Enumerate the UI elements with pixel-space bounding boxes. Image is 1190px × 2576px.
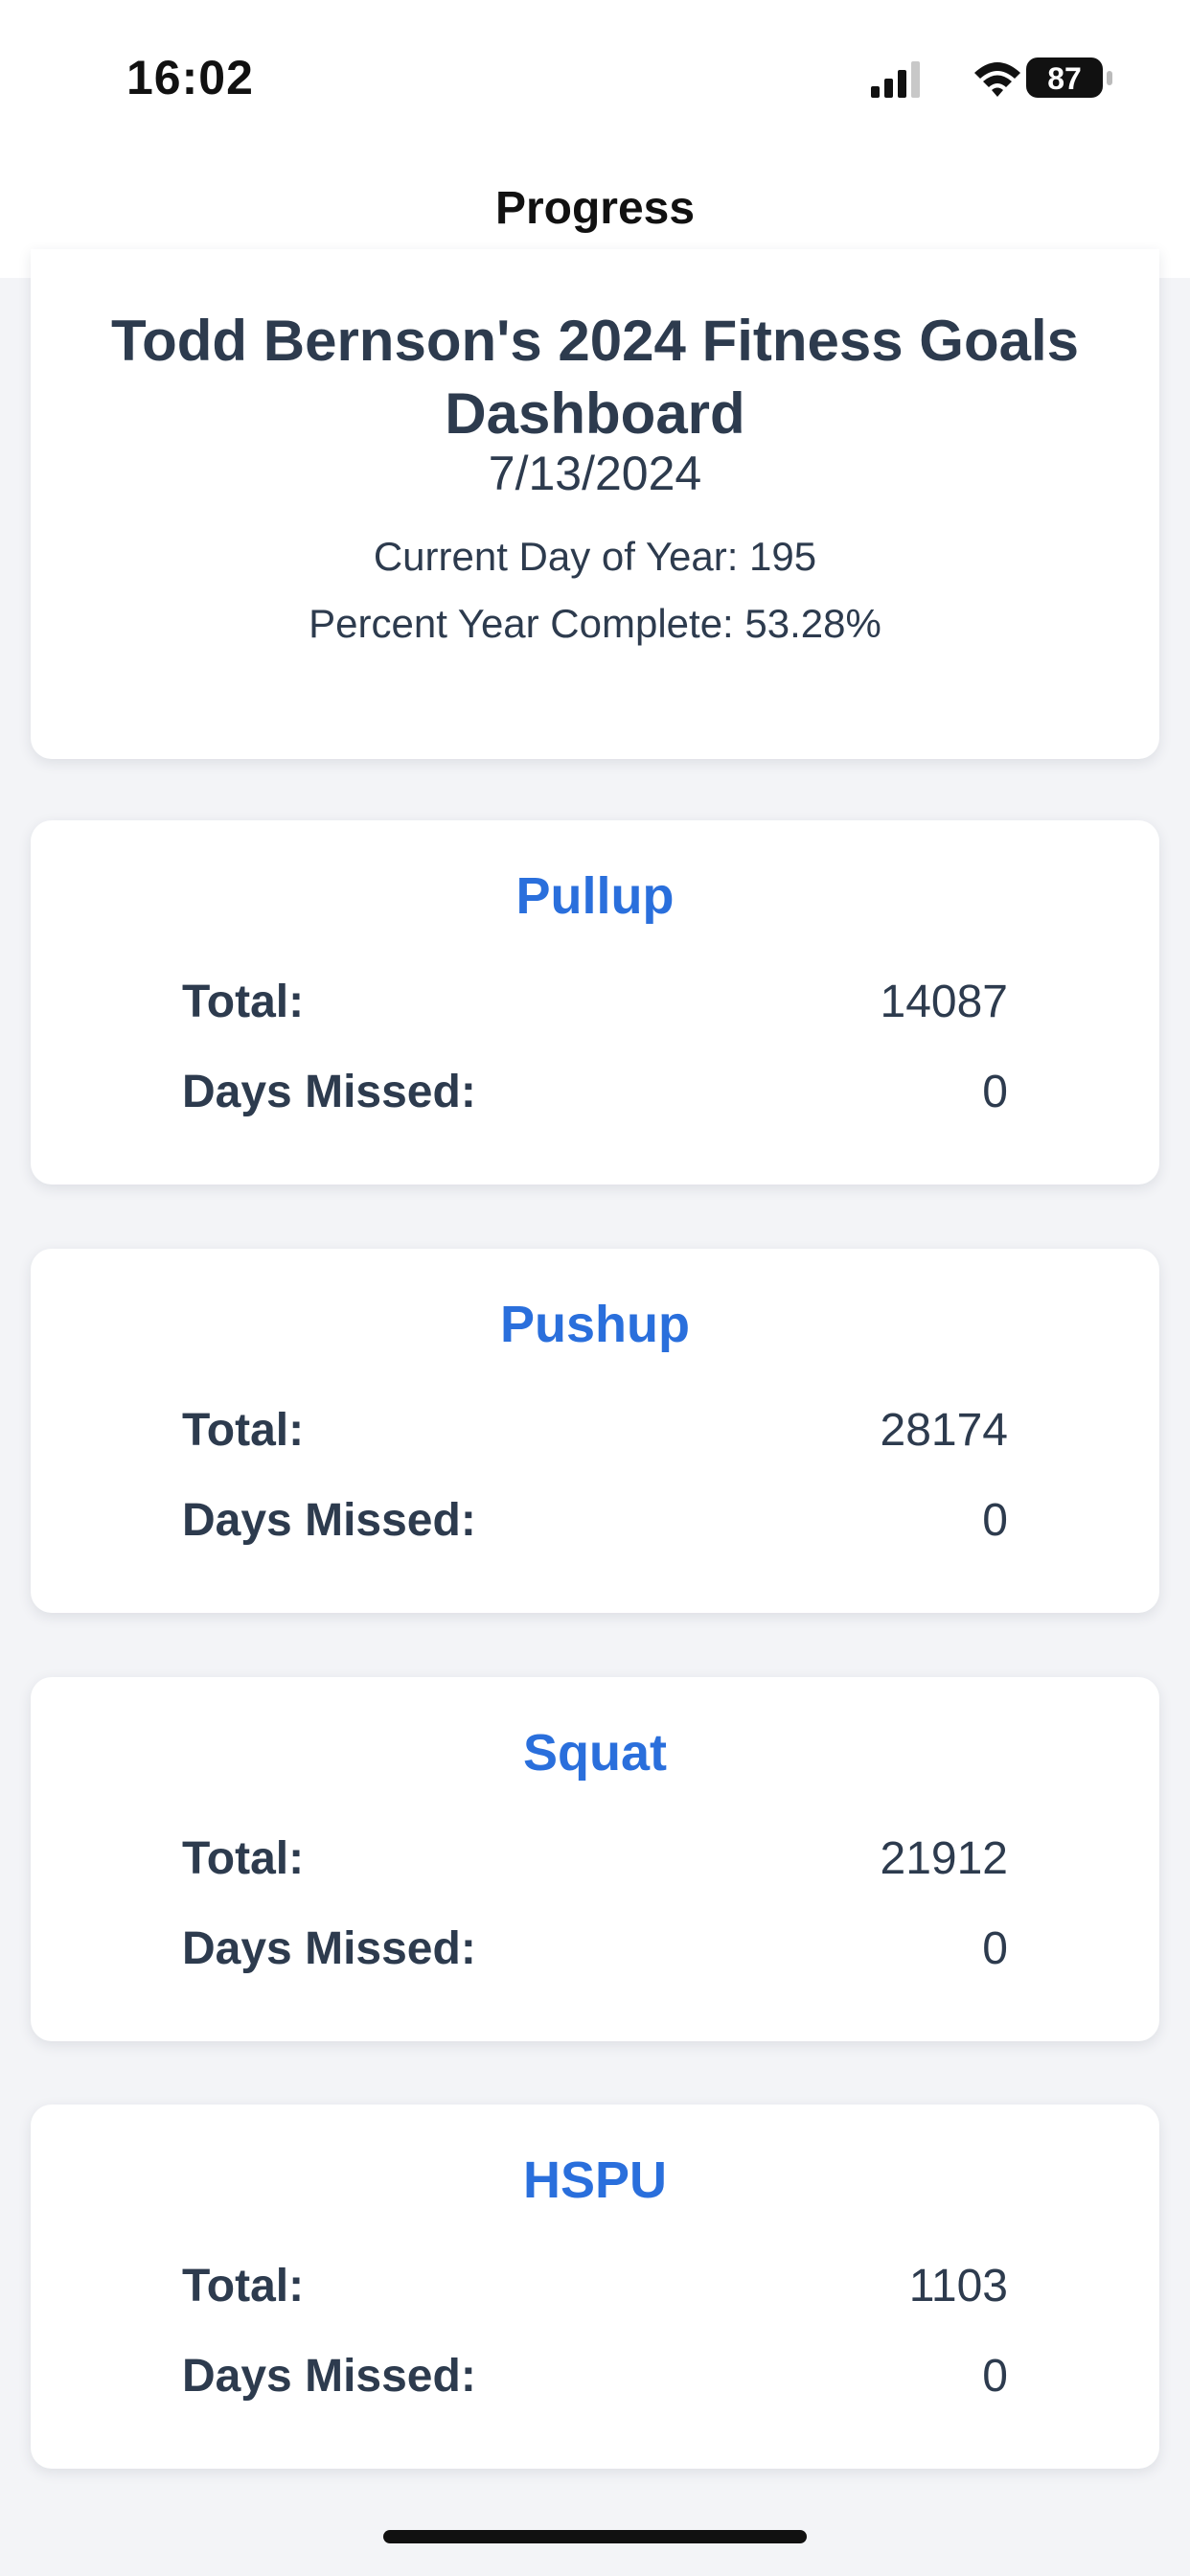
total-value: 28174	[880, 1405, 1008, 1456]
signal-icon	[871, 61, 920, 98]
exercise-title: HSPU	[522, 2151, 668, 2209]
battery-level: 87	[1047, 61, 1082, 96]
total-label: Total:	[182, 977, 305, 1027]
total-label: Total:	[182, 2261, 305, 2312]
status-time: 16:02	[126, 51, 254, 104]
battery-icon: 87	[1026, 58, 1112, 98]
status-icons: 87	[867, 54, 1116, 102]
dashboard-header-card: Todd Bernson's 2024 Fitness Goals Dashbo…	[31, 249, 1159, 759]
days-missed-value: 0	[982, 2351, 1008, 2402]
days-missed-label: Days Missed:	[182, 1067, 476, 1117]
percent-complete-text: Percent Year Complete: 53.28%	[309, 601, 881, 646]
exercise-title: Pushup	[500, 1296, 690, 1353]
total-value: 21912	[880, 1833, 1008, 1884]
day-of-year-text: Current Day of Year: 195	[373, 534, 817, 579]
days-missed-label: Days Missed:	[182, 1923, 476, 1974]
total-label: Total:	[182, 1833, 305, 1884]
dashboard-date: 7/13/2024	[488, 447, 702, 500]
wifi-icon	[974, 62, 1020, 97]
status-bar: 16:02 87	[0, 0, 1190, 153]
total-value: 14087	[880, 977, 1008, 1027]
days-missed-label: Days Missed:	[182, 1495, 476, 1546]
days-missed-value: 0	[982, 1923, 1008, 1974]
days-missed-label: Days Missed:	[182, 2351, 476, 2402]
exercise-card-pushup: Pushup Total: 28174 Days Missed: 0	[31, 1249, 1159, 1613]
dashboard-content[interactable]: Todd Bernson's 2024 Fitness Goals Dashbo…	[0, 249, 1190, 2576]
home-indicator[interactable]	[383, 2530, 807, 2543]
total-label: Total:	[182, 1405, 305, 1456]
exercise-title: Squat	[522, 1724, 667, 1782]
exercise-title: Pullup	[515, 867, 675, 925]
exercise-card-hspu: HSPU Total: 1103 Days Missed: 0	[31, 2104, 1159, 2469]
exercise-card-squat: Squat Total: 21912 Days Missed: 0	[31, 1677, 1159, 2041]
page-title: Progress	[494, 183, 696, 234]
total-value: 1103	[908, 2261, 1008, 2312]
days-missed-value: 0	[982, 1067, 1008, 1117]
dashboard-title: Todd Bernson's 2024 Fitness Goals Dashbo…	[110, 309, 1080, 446]
days-missed-value: 0	[982, 1495, 1008, 1546]
status-icons-svg: 87	[871, 58, 1112, 98]
exercise-card-pullup: Pullup Total: 14087 Days Missed: 0	[31, 820, 1159, 1184]
